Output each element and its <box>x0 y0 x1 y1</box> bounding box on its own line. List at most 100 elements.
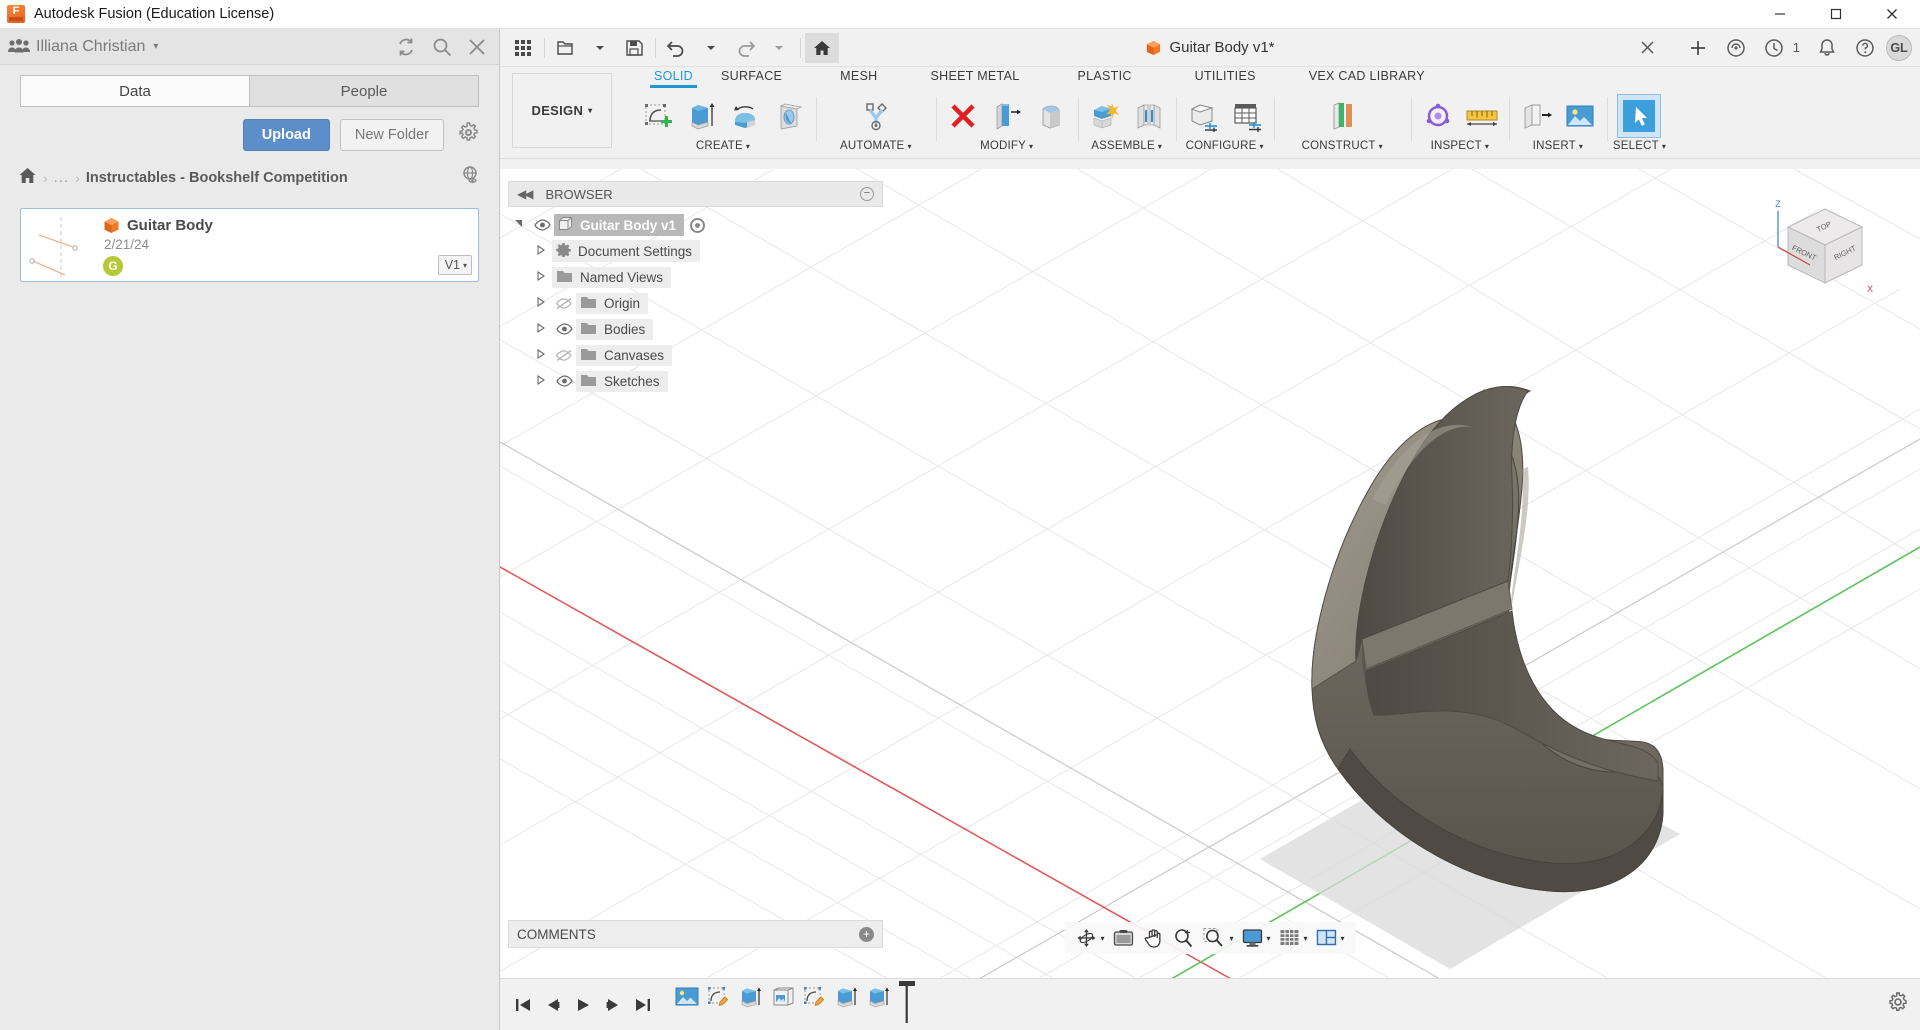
insert-derive-icon[interactable] <box>1515 95 1557 137</box>
timeline-canvas-plane-icon[interactable] <box>768 980 798 1014</box>
tree-node-sketches[interactable]: Sketches <box>508 369 883 393</box>
new-component-icon[interactable] <box>1084 95 1126 137</box>
gear-icon[interactable] <box>458 122 479 148</box>
save-icon[interactable] <box>617 33 651 63</box>
look-at-icon[interactable] <box>1109 924 1137 952</box>
help-circle-icon[interactable] <box>1719 33 1753 63</box>
chevron-down-icon[interactable] <box>762 33 796 63</box>
timeline-extrude-icon[interactable] <box>832 980 862 1014</box>
gear-icon[interactable] <box>1888 992 1908 1017</box>
expand-arrow-icon[interactable] <box>530 270 552 283</box>
tree-node-body[interactable]: Named Views <box>552 266 672 288</box>
expand-arrow-icon[interactable] <box>530 322 552 335</box>
expand-arrow-icon[interactable] <box>530 244 552 257</box>
add-comment-icon[interactable]: + <box>859 926 874 942</box>
ribbon-tab-plastic[interactable]: PLASTIC <box>1063 67 1145 83</box>
measure-icon[interactable] <box>1461 95 1503 137</box>
tree-node-guitar-body-v1[interactable]: Guitar Body v1 <box>508 213 883 237</box>
grid-snaps-icon[interactable]: ▾ <box>1276 924 1311 952</box>
file-card-guitar-body[interactable]: Guitar Body 2/21/24 G V1 ▾ <box>20 208 479 282</box>
zoom-icon[interactable] <box>1169 924 1197 952</box>
visibility-eye-icon[interactable] <box>552 323 576 335</box>
expand-arrow-icon[interactable] <box>530 374 552 387</box>
expand-arrow-icon[interactable] <box>508 219 530 231</box>
add-document-tab-button[interactable] <box>1681 33 1715 63</box>
user-menu-caret-icon[interactable]: ▾ <box>153 41 158 52</box>
ribbon-group-create-label[interactable]: CREATE ▾ <box>696 137 750 155</box>
timeline-extrude-icon[interactable] <box>736 980 766 1014</box>
visibility-eye-icon[interactable] <box>530 219 554 231</box>
step-back-icon[interactable] <box>538 988 568 1022</box>
home-icon[interactable] <box>18 166 37 190</box>
ribbon-tab-mesh[interactable]: MESH <box>826 67 891 83</box>
expand-arrow-icon[interactable] <box>530 296 552 309</box>
delete-x-icon[interactable] <box>942 95 984 137</box>
pan-hand-icon[interactable] <box>1139 924 1167 952</box>
timeline-sketch-edit-icon[interactable] <box>800 980 830 1014</box>
ribbon-group-automate-label[interactable]: AUTOMATE ▾ <box>840 137 912 155</box>
ribbon-tab-solid[interactable]: SOLID <box>640 67 707 88</box>
ribbon-group-inspect-label[interactable]: INSPECT ▾ <box>1431 137 1489 155</box>
create-sketch-icon[interactable] <box>636 95 678 137</box>
configure-table-icon[interactable] <box>1226 95 1268 137</box>
undo-icon[interactable] <box>660 33 694 63</box>
tree-node-named-views[interactable]: Named Views <box>508 265 883 289</box>
tree-node-body[interactable]: Origin <box>576 292 649 314</box>
configure-body-icon[interactable] <box>1182 95 1224 137</box>
upload-button[interactable]: Upload <box>242 119 330 151</box>
timeline-sketch-edit-icon[interactable] <box>704 980 734 1014</box>
tree-node-bodies[interactable]: Bodies <box>508 317 883 341</box>
comments-panel[interactable]: COMMENTS + <box>508 920 883 948</box>
document-tab[interactable]: Guitar Body v1* <box>1145 39 1275 56</box>
tree-node-body[interactable]: Sketches <box>576 370 668 392</box>
minimize-icon[interactable]: − <box>860 187 874 201</box>
chevron-down-icon[interactable] <box>694 33 728 63</box>
tab-data[interactable]: Data <box>20 75 249 107</box>
timeline-canvas-image-icon[interactable] <box>672 980 702 1014</box>
chevron-down-icon[interactable] <box>583 33 617 63</box>
new-folder-button[interactable]: New Folder <box>339 119 444 151</box>
inspect-section-icon[interactable] <box>1417 95 1459 137</box>
ribbon-group-insert-label[interactable]: INSERT ▾ <box>1533 137 1583 155</box>
notification-bell-icon[interactable] <box>1810 33 1844 63</box>
tree-node-body[interactable]: Guitar Body v1 <box>554 214 685 236</box>
automate-icon[interactable] <box>855 95 897 137</box>
tab-people[interactable]: People <box>249 75 479 107</box>
breadcrumb-ellipsis[interactable]: ... <box>54 169 70 186</box>
breadcrumb-current-folder[interactable]: Instructables - Bookshelf Competition <box>86 170 348 186</box>
refresh-icon[interactable] <box>395 36 417 58</box>
offset-plane-icon[interactable] <box>1321 95 1363 137</box>
timeline-marker[interactable] <box>896 980 918 1029</box>
home-icon[interactable] <box>805 32 839 63</box>
display-settings-icon[interactable]: ▾ <box>1238 924 1273 952</box>
question-help-icon[interactable] <box>1848 33 1882 63</box>
grid-apps-icon[interactable] <box>506 33 540 63</box>
view-cube[interactable]: TOP FRONT RIGHT Z X <box>1770 197 1880 297</box>
workspace-selector-design[interactable]: DESIGN ▾ <box>512 73 612 148</box>
chevron-down-icon[interactable]: ▾ <box>1229 934 1233 943</box>
ribbon-group-configure-label[interactable]: CONFIGURE ▾ <box>1186 137 1264 155</box>
joint-icon[interactable] <box>1128 95 1170 137</box>
window-minimize-button[interactable] <box>1752 0 1808 29</box>
ribbon-tab-surface[interactable]: SURFACE <box>707 67 796 83</box>
chevron-down-icon[interactable]: ▾ <box>1266 934 1270 943</box>
chevron-down-icon[interactable]: ▾ <box>1341 934 1345 943</box>
ribbon-group-select-label[interactable]: SELECT ▾ <box>1613 137 1666 155</box>
select-cursor-icon[interactable] <box>1617 94 1662 138</box>
collapse-left-icon[interactable]: ◀◀ <box>517 187 534 201</box>
search-icon[interactable] <box>431 36 453 58</box>
hole-icon[interactable] <box>768 95 810 137</box>
visibility-eye-icon[interactable] <box>552 375 576 387</box>
ribbon-tab-vex-cad-library[interactable]: VEX CAD LIBRARY <box>1295 67 1439 83</box>
insert-canvas-icon[interactable] <box>1559 95 1601 137</box>
fillet-icon[interactable] <box>1030 95 1072 137</box>
play-icon[interactable] <box>568 988 598 1022</box>
tree-node-origin[interactable]: Origin <box>508 291 883 315</box>
new-file-icon[interactable] <box>549 33 583 63</box>
viewports-icon[interactable]: ▾ <box>1313 924 1348 952</box>
skip-start-icon[interactable] <box>508 988 538 1022</box>
window-close-button[interactable] <box>1864 0 1920 29</box>
user-avatar[interactable]: GL <box>1886 34 1912 61</box>
chevron-down-icon[interactable]: ▾ <box>1100 934 1104 943</box>
document-tab-close-icon[interactable] <box>1631 33 1665 63</box>
